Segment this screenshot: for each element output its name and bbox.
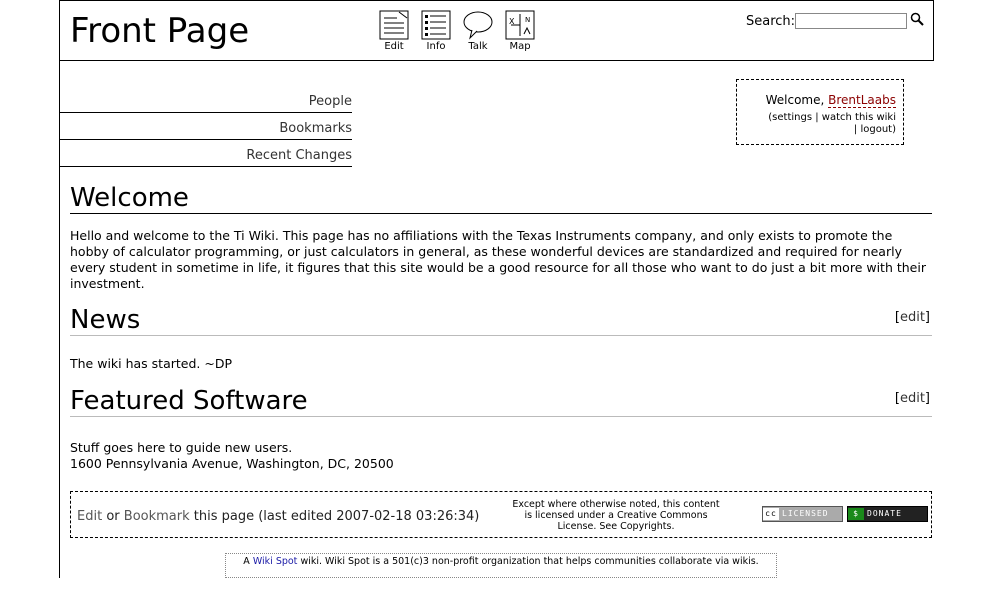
donate-badge[interactable]: $ DONATE <box>847 506 928 522</box>
paren-close: ) <box>892 124 896 135</box>
featured-edit: [edit] <box>895 384 930 414</box>
news-heading: News [edit] <box>70 305 932 336</box>
featured-heading-text: Featured Software <box>70 386 308 416</box>
featured-edit-link[interactable]: edit <box>900 391 925 406</box>
dollar-icon: $ <box>848 508 864 520</box>
welcome-line: Welcome, BrentLaabs <box>765 93 896 108</box>
nav-item-bookmarks[interactable]: Bookmarks <box>60 119 352 140</box>
news-edit: [edit] <box>895 303 930 333</box>
welcome-paragraph: Hello and welcome to the Ti Wiki. This p… <box>70 228 926 291</box>
cc-licensed-badge[interactable]: cc LICENSED <box>762 506 843 522</box>
separator: | <box>853 124 858 135</box>
cc-icon: cc <box>763 508 779 520</box>
featured-line-2: 1600 Pennsylvania Avenue, Washington, DC… <box>70 456 394 471</box>
footer-edit-line: Edit or Bookmark this page (last edited … <box>77 509 479 524</box>
welcome-heading: Welcome <box>70 183 932 214</box>
page-title: Front Page <box>70 11 250 51</box>
edit-tool-button[interactable]: Edit <box>374 10 414 53</box>
nav-item-recent-changes[interactable]: Recent Changes <box>60 146 352 167</box>
footer-edit-link[interactable]: Edit <box>77 509 102 524</box>
svg-text:N: N <box>525 16 530 24</box>
info-tool-button[interactable]: Info <box>416 10 456 53</box>
search-icon[interactable] <box>910 12 924 26</box>
license-text: Except where otherwise noted, this conte… <box>511 499 721 532</box>
wiki-spot-link[interactable]: Wiki Spot <box>253 556 298 567</box>
separator: | <box>815 112 819 123</box>
news-edit-link[interactable]: edit <box>900 310 925 325</box>
map-tool-label: Map <box>509 41 531 52</box>
nav-item-people[interactable]: People <box>60 92 352 113</box>
copyrights-link[interactable]: Copyrights <box>620 521 671 532</box>
talk-tool-label: Talk <box>468 41 488 52</box>
license-mid: . See <box>593 521 618 532</box>
watch-wiki-link[interactable]: watch this wiki <box>822 112 896 123</box>
info-tool-label: Info <box>426 41 446 52</box>
news-paragraph: The wiki has started. ~DP <box>70 356 232 371</box>
news-heading-text: News <box>70 305 141 335</box>
talk-tool-button[interactable]: Talk <box>458 10 498 53</box>
edit-icon <box>379 10 409 40</box>
search-input[interactable] <box>795 13 907 29</box>
edit-tool-label: Edit <box>384 41 404 52</box>
welcome-text: Welcome, <box>765 93 825 107</box>
wiki-spot-footer: A Wiki Spot wiki. Wiki Spot is a 501(c)3… <box>225 553 777 578</box>
info-icon <box>421 10 451 40</box>
cc-badge-label: LICENSED <box>782 509 829 518</box>
footer-bookmark-link[interactable]: Bookmark <box>124 509 190 524</box>
footer-box: Edit or Bookmark this page (last edited … <box>70 491 932 538</box>
donate-badge-label: DONATE <box>867 509 902 518</box>
logout-link[interactable]: logout <box>860 124 892 135</box>
license-period: . <box>671 521 675 532</box>
search-label: Search: <box>746 14 796 29</box>
user-box: Welcome, BrentLaabs (settings | watch th… <box>736 79 904 145</box>
user-links: (settings | watch this wiki | logout) <box>766 112 896 136</box>
spot-pre: A <box>243 556 250 567</box>
header-bar: Front Page Edit Info Talk X N Map Search… <box>59 0 934 61</box>
featured-line-1: Stuff goes here to guide new users. <box>70 440 293 455</box>
spot-post: wiki. Wiki Spot is a 501(c)3 non-profit … <box>300 556 759 567</box>
footer-last-edited: this page (last edited 2007-02-18 03:26:… <box>193 509 480 524</box>
bracket-close: ] <box>924 391 930 406</box>
map-icon: X N <box>505 10 535 40</box>
featured-heading: Featured Software [edit] <box>70 386 932 417</box>
username-link[interactable]: BrentLaabs <box>828 93 896 108</box>
bracket-close: ] <box>924 310 930 325</box>
talk-icon <box>463 11 493 40</box>
map-tool-button[interactable]: X N Map <box>500 10 540 53</box>
settings-link[interactable]: settings <box>772 112 812 123</box>
footer-or: or <box>106 509 120 524</box>
